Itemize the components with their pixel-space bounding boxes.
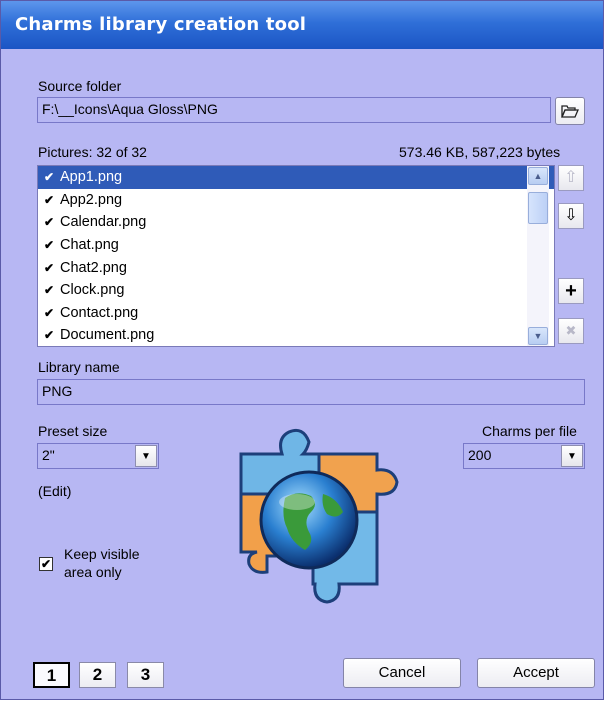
edit-preset-link[interactable]: (Edit) — [38, 483, 71, 499]
library-name-field[interactable]: PNG — [37, 379, 585, 405]
move-down-button[interactable]: ⇩ — [558, 203, 584, 229]
pictures-size-label: 573.46 KB, 587,223 bytes — [399, 144, 561, 160]
pictures-count-label: Pictures: 32 of 32 — [38, 144, 147, 160]
list-item-label: App2.png — [60, 191, 123, 208]
accept-button[interactable]: Accept — [477, 658, 595, 688]
scroll-up-button[interactable]: ▲ — [528, 167, 548, 185]
remove-button[interactable]: ✖ — [558, 318, 584, 344]
preset-size-value: 2" — [42, 447, 55, 463]
pictures-list[interactable]: ✔ App1.png ✔ App2.png ✔ Calendar.png ✔ Chat.… — [37, 165, 555, 347]
list-item-label: Chat.png — [60, 237, 119, 254]
list-item[interactable]: ✔ Clock.png — [38, 279, 554, 302]
scroll-down-button[interactable]: ▼ — [528, 327, 548, 345]
folder-open-icon — [561, 105, 579, 118]
window-title: Charms library creation tool — [15, 14, 307, 35]
keep-visible-label-line1: Keep visible — [64, 546, 140, 562]
check-icon[interactable]: ✔ — [44, 239, 56, 251]
page-tab-1[interactable]: 1 — [33, 662, 70, 688]
charms-per-file-label: Charms per file — [482, 423, 577, 439]
check-icon[interactable]: ✔ — [44, 171, 56, 183]
x-icon: ✖ — [565, 323, 577, 338]
dialog-window: Charms library creation tool Source fold… — [0, 0, 604, 700]
list-item[interactable]: ✔ Chat2.png — [38, 256, 554, 279]
browse-folder-button[interactable] — [555, 97, 585, 125]
check-icon[interactable]: ✔ — [44, 194, 56, 206]
check-icon[interactable]: ✔ — [44, 216, 56, 228]
list-item[interactable]: ✔ Chat.png — [38, 234, 554, 257]
keep-visible-label-line2: area only — [64, 564, 122, 580]
puzzle-globe-logo — [239, 428, 399, 604]
page-tab-3[interactable]: 3 — [127, 662, 164, 688]
scroll-thumb[interactable] — [528, 192, 548, 224]
move-up-button[interactable]: ⇧ — [558, 165, 584, 191]
arrow-up-icon: ⇧ — [564, 169, 578, 186]
list-item[interactable]: ✔ Document.png — [38, 324, 554, 346]
preset-size-label: Preset size — [38, 423, 108, 439]
list-item-label: Contact.png — [60, 304, 139, 321]
check-icon[interactable]: ✔ — [44, 284, 56, 296]
list-item-label: App1.png — [60, 169, 123, 186]
add-button[interactable]: + — [558, 278, 584, 304]
charms-per-file-value: 200 — [468, 447, 492, 463]
check-icon[interactable]: ✔ — [44, 307, 56, 319]
chevron-down-icon[interactable]: ▼ — [561, 445, 583, 467]
check-icon[interactable]: ✔ — [44, 262, 56, 274]
list-item-label: Document.png — [60, 327, 155, 344]
source-folder-label: Source folder — [38, 78, 122, 94]
list-scrollbar[interactable]: ▲ ▼ — [527, 166, 549, 346]
keep-visible-label: Keep visible area only — [64, 545, 140, 581]
check-icon[interactable]: ✔ — [44, 329, 56, 341]
page-tab-2[interactable]: 2 — [79, 662, 116, 688]
list-item-label: Chat2.png — [60, 259, 127, 276]
arrow-down-icon: ⇩ — [564, 207, 578, 224]
list-item[interactable]: ✔ Contact.png — [38, 302, 554, 325]
source-folder-field[interactable]: F:\__Icons\Aqua Gloss\PNG — [37, 97, 551, 123]
list-item-label: Calendar.png — [60, 214, 147, 231]
chevron-down-icon[interactable]: ▼ — [135, 445, 157, 467]
list-item[interactable]: ✔ App2.png — [38, 189, 554, 212]
preset-size-select[interactable]: 2" ▼ — [37, 443, 159, 469]
cancel-button[interactable]: Cancel — [343, 658, 461, 688]
title-bar: Charms library creation tool — [1, 1, 603, 49]
list-item[interactable]: ✔ Calendar.png — [38, 211, 554, 234]
library-name-label: Library name — [38, 359, 120, 375]
charms-per-file-select[interactable]: 200 ▼ — [463, 443, 585, 469]
plus-icon: + — [565, 280, 577, 302]
list-item-label: Clock.png — [60, 282, 125, 299]
list-item[interactable]: ✔ App1.png — [38, 166, 554, 189]
keep-visible-checkbox[interactable]: ✔ — [39, 557, 53, 571]
